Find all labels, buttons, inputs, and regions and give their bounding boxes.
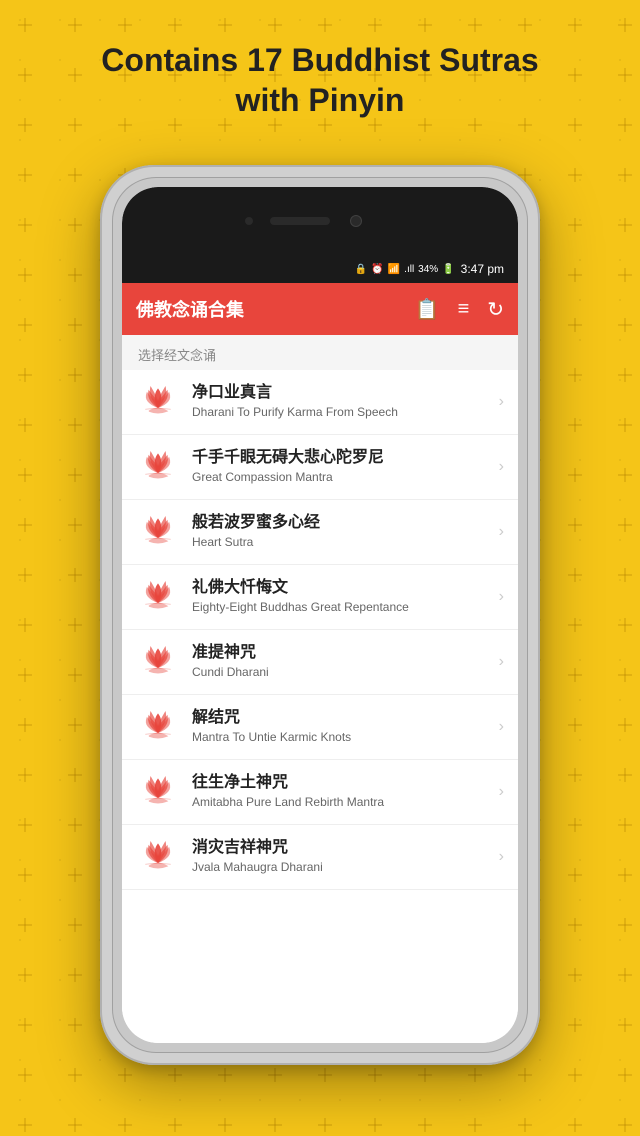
item-title-english: Eighty-Eight Buddhas Great Repentance [192, 600, 491, 616]
list-item[interactable]: 千手千眼无碍大悲心陀罗尼 Great Compassion Mantra › [122, 435, 518, 500]
alarm-icon: ⏰ [371, 264, 383, 275]
list-item[interactable]: 往生净土神咒 Amitabha Pure Land Rebirth Mantra… [122, 760, 518, 825]
page-title: Contains 17 Buddhist Sutras with Pinyin [0, 40, 640, 120]
item-title-chinese: 般若波罗蜜多心经 [192, 513, 491, 534]
chevron-right-icon: › [499, 783, 504, 801]
chevron-right-icon: › [499, 458, 504, 476]
chevron-right-icon: › [499, 718, 504, 736]
refresh-icon[interactable]: ↻ [487, 297, 504, 322]
section-label: 选择经文念诵 [122, 335, 518, 370]
item-text: 净口业真言 Dharani To Purify Karma From Speec… [192, 383, 491, 420]
lotus-icon [136, 445, 180, 489]
item-title-english: Dharani To Purify Karma From Speech [192, 405, 491, 421]
chevron-right-icon: › [499, 848, 504, 866]
item-title-english: Mantra To Untie Karmic Knots [192, 730, 491, 746]
chevron-right-icon: › [499, 653, 504, 671]
item-text: 往生净土神咒 Amitabha Pure Land Rebirth Mantra [192, 773, 491, 810]
list-item[interactable]: 净口业真言 Dharani To Purify Karma From Speec… [122, 370, 518, 435]
phone-top-hardware [122, 187, 518, 255]
item-title-chinese: 往生净土神咒 [192, 773, 491, 794]
lotus-icon [136, 575, 180, 619]
item-title-chinese: 千手千眼无碍大悲心陀罗尼 [192, 448, 491, 469]
item-text: 礼佛大忏悔文 Eighty-Eight Buddhas Great Repent… [192, 578, 491, 615]
item-text: 准提神咒 Cundi Dharani [192, 643, 491, 680]
chevron-right-icon: › [499, 588, 504, 606]
status-time: 3:47 pm [461, 262, 504, 276]
item-text: 消灾吉祥神咒 Jvala Mahaugra Dharani [192, 838, 491, 875]
app-title: 佛教念诵合集 [136, 296, 415, 322]
list-item[interactable]: 消灾吉祥神咒 Jvala Mahaugra Dharani › [122, 825, 518, 890]
chevron-right-icon: › [499, 523, 504, 541]
lotus-icon [136, 835, 180, 879]
signal-icon: .ıll [404, 264, 414, 275]
app-header: 佛教念诵合集 📋 ≡ ↻ [122, 283, 518, 335]
item-text: 解结咒 Mantra To Untie Karmic Knots [192, 708, 491, 745]
item-title-chinese: 净口业真言 [192, 383, 491, 404]
phone-mockup: 🔒 ⏰ 📶 .ıll 34% 🔋 3:47 pm 佛教念诵合集 📋 ≡ [100, 165, 540, 1065]
item-text: 千手千眼无碍大悲心陀罗尼 Great Compassion Mantra [192, 448, 491, 485]
list-item[interactable]: 准提神咒 Cundi Dharani › [122, 630, 518, 695]
list-item[interactable]: 解结咒 Mantra To Untie Karmic Knots › [122, 695, 518, 760]
rear-camera-dot [350, 215, 362, 227]
lotus-icon [136, 380, 180, 424]
list-item[interactable]: 般若波罗蜜多心经 Heart Sutra › [122, 500, 518, 565]
item-title-english: Great Compassion Mantra [192, 470, 491, 486]
notes-icon[interactable]: 📋 [415, 297, 440, 322]
wifi-icon: 📶 [388, 264, 400, 275]
lotus-icon [136, 770, 180, 814]
item-title-english: Amitabha Pure Land Rebirth Mantra [192, 795, 491, 811]
list-item[interactable]: 礼佛大忏悔文 Eighty-Eight Buddhas Great Repent… [122, 565, 518, 630]
lotus-icon [136, 705, 180, 749]
item-title-chinese: 礼佛大忏悔文 [192, 578, 491, 599]
item-title-chinese: 解结咒 [192, 708, 491, 729]
header-icons: 📋 ≡ ↻ [415, 297, 504, 322]
status-bar: 🔒 ⏰ 📶 .ıll 34% 🔋 3:47 pm [122, 255, 518, 283]
item-title-english: Jvala Mahaugra Dharani [192, 860, 491, 876]
phone-speaker [270, 217, 330, 225]
filter-icon[interactable]: ≡ [458, 298, 470, 321]
item-title-chinese: 准提神咒 [192, 643, 491, 664]
chevron-right-icon: › [499, 393, 504, 411]
lotus-icon [136, 510, 180, 554]
item-text: 般若波罗蜜多心经 Heart Sutra [192, 513, 491, 550]
battery-percent: 34% [418, 264, 438, 275]
sutra-list: 净口业真言 Dharani To Purify Karma From Speec… [122, 370, 518, 1043]
battery-icon: 🔋 [442, 264, 454, 275]
item-title-english: Cundi Dharani [192, 665, 491, 681]
status-icons: 🔒 ⏰ 📶 .ıll 34% 🔋 [355, 264, 455, 275]
front-camera [245, 217, 253, 225]
item-title-english: Heart Sutra [192, 535, 491, 551]
item-title-chinese: 消灾吉祥神咒 [192, 838, 491, 859]
lock-icon: 🔒 [355, 264, 367, 275]
lotus-icon [136, 640, 180, 684]
